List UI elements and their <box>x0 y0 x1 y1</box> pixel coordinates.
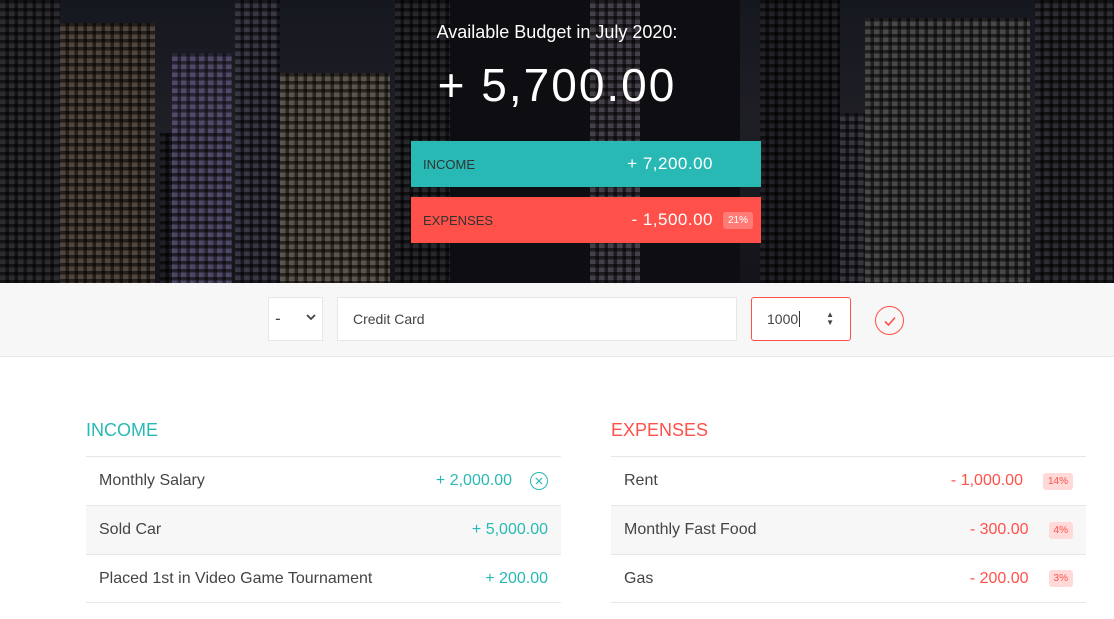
income-item: Sold Car + 5,000.00 <box>86 505 561 554</box>
expense-item-value: - 1,000.00 <box>950 472 1023 489</box>
expenses-summary-percentage: 21% <box>723 211 754 229</box>
expense-item-description: Rent <box>624 472 658 489</box>
type-select[interactable]: - <box>268 297 323 341</box>
description-input[interactable] <box>337 297 737 341</box>
income-item-description: Placed 1st in Video Game Tournament <box>99 569 373 587</box>
expenses-summary-value: - 1,500.00 <box>631 210 713 229</box>
income-summary: INCOME + 7,200.00 <box>411 141 761 187</box>
expenses-list: EXPENSES Rent - 1,000.00 14% Monthly Fas… <box>611 410 1086 603</box>
expense-item-description: Gas <box>624 569 654 587</box>
header-background: Available Budget in July 2020: + 5,700.0… <box>0 0 1114 283</box>
chevron-down-icon <box>306 311 316 325</box>
income-item: Placed 1st in Video Game Tournament + 20… <box>86 554 561 603</box>
income-summary-value: + 7,200.00 <box>627 154 713 173</box>
amount-input[interactable]: 1000 ▲ ▼ <box>751 297 851 341</box>
income-item: Monthly Salary + 2,000.00 <box>86 456 561 505</box>
income-item-description: Sold Car <box>99 521 162 538</box>
expense-item-percentage: 14% <box>1042 472 1073 490</box>
expense-item-percentage: 3% <box>1048 570 1073 587</box>
type-select-value: - <box>275 309 281 328</box>
add-confirm-button[interactable] <box>875 306 904 335</box>
income-item-value: + 2,000.00 <box>435 472 512 489</box>
available-budget-value: + 5,700.00 <box>437 59 677 111</box>
income-item-description: Monthly Salary <box>99 472 205 489</box>
expense-item-value: - 300.00 <box>969 521 1029 538</box>
income-item-value: + 200.00 <box>485 569 548 587</box>
expense-item-percentage: 4% <box>1048 521 1073 539</box>
expense-item: Monthly Fast Food - 300.00 4% <box>611 505 1086 554</box>
expense-item: Rent - 1,000.00 14% <box>611 456 1086 505</box>
income-item-value: + 5,000.00 <box>471 521 548 538</box>
expense-item-value: - 200.00 <box>969 569 1029 587</box>
number-spinner-icon[interactable]: ▲ ▼ <box>826 311 834 327</box>
checkmark-icon <box>883 316 896 326</box>
budget-title: Available Budget in July 2020: <box>436 22 678 42</box>
expenses-summary-label: EXPENSES <box>423 212 494 228</box>
expenses-list-title: EXPENSES <box>611 420 709 440</box>
delete-icon[interactable] <box>530 472 548 490</box>
add-item-bar: - 1000 ▲▼ <box>0 283 1114 357</box>
expense-item: Gas - 200.00 3% <box>611 554 1086 603</box>
amount-input-value: 1000 <box>767 311 799 327</box>
income-list: INCOME Monthly Salary + 2,000.00 Sold Ca… <box>86 410 561 603</box>
income-list-title: INCOME <box>86 420 158 440</box>
income-summary-label: INCOME <box>423 156 475 172</box>
expense-item-description: Monthly Fast Food <box>624 521 757 538</box>
expenses-summary: EXPENSES - 1,500.00 21% <box>411 197 761 243</box>
